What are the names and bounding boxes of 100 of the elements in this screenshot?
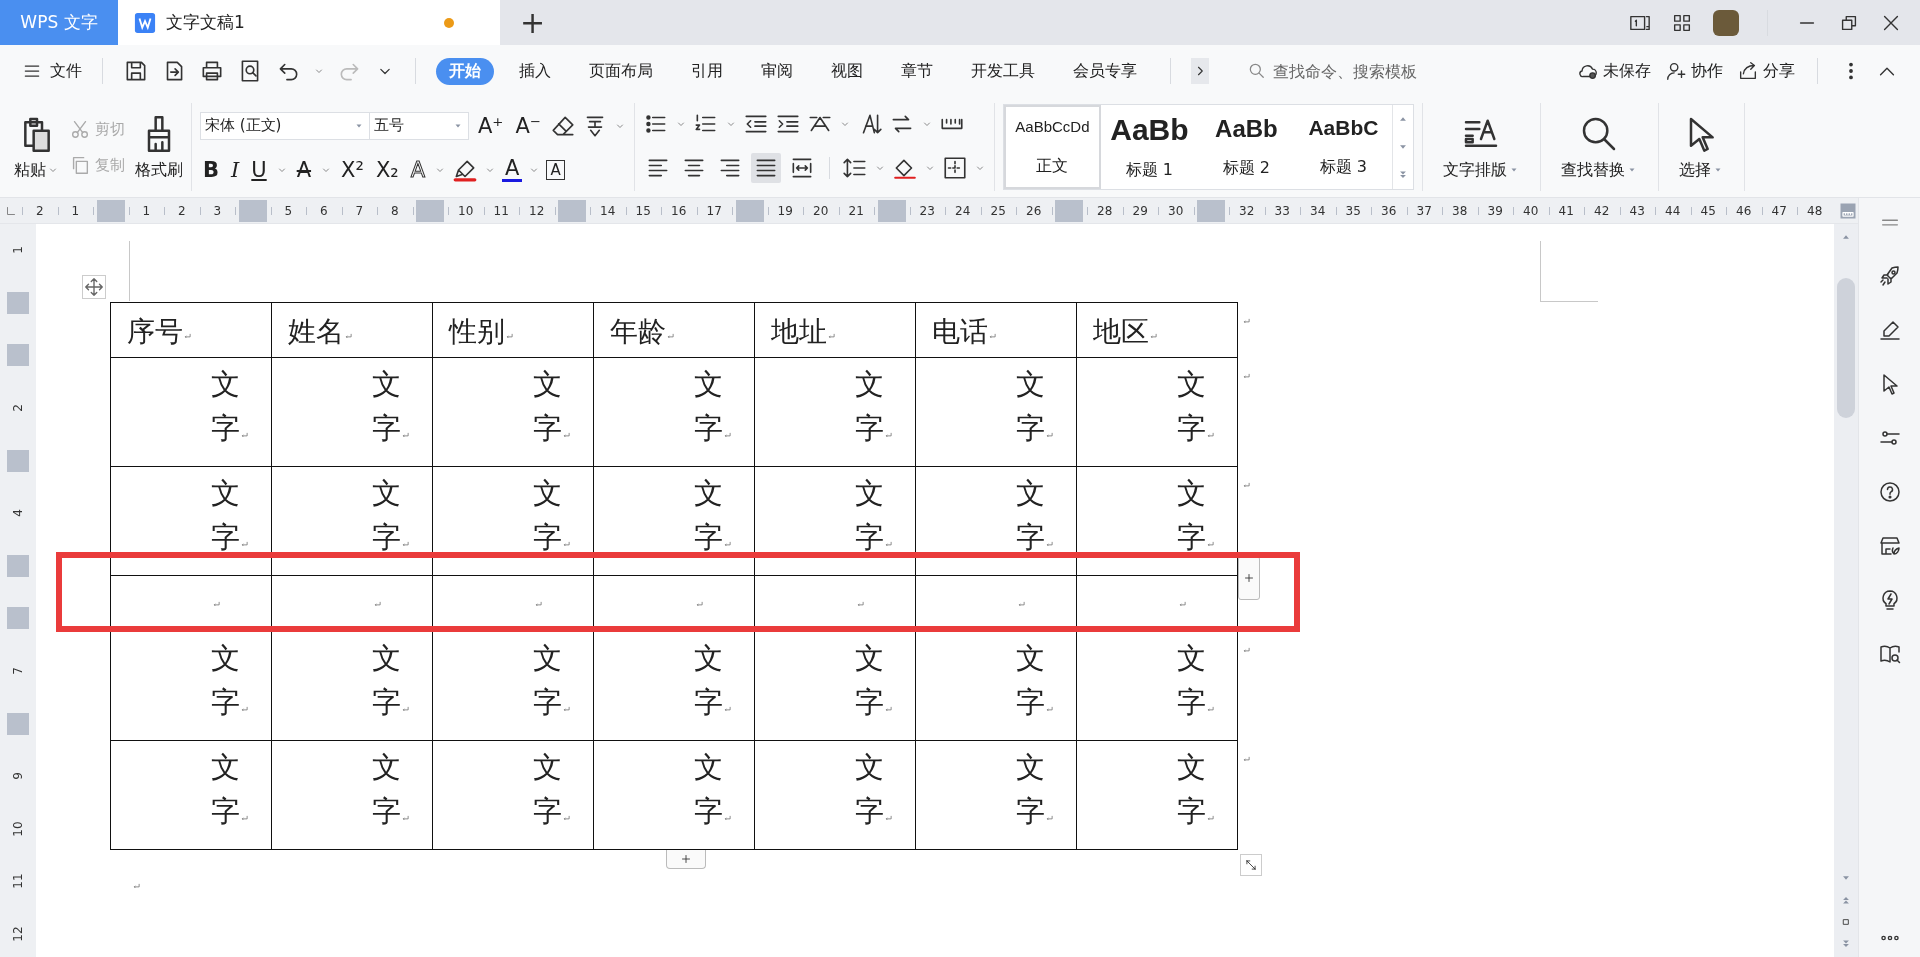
paste-button[interactable]: 粘贴 — [14, 113, 59, 181]
format-button[interactable]: X₂ — [372, 157, 402, 182]
resize-table-button[interactable] — [1240, 854, 1262, 876]
header-text: 年龄 — [610, 314, 666, 350]
select-button[interactable]: 选择 — [1666, 103, 1736, 191]
document-tab[interactable]: 文字文稿1 — [118, 0, 500, 45]
paragraph-mark-icon — [534, 600, 543, 609]
scrollbar-thumb[interactable] — [1837, 278, 1855, 418]
paragraph-mark-icon — [1206, 814, 1215, 823]
cell-text: 文字 — [372, 366, 401, 447]
paragraph-mark-icon — [240, 431, 249, 440]
avatar[interactable] — [1713, 9, 1739, 36]
style-option[interactable]: AaBbC 标题 3 — [1294, 105, 1392, 189]
row-marker[interactable] — [7, 291, 29, 314]
file-menu[interactable]: 文件 — [22, 60, 82, 82]
column-marker[interactable] — [416, 199, 445, 222]
format-button[interactable]: A — [293, 157, 315, 182]
borders-icon[interactable] — [941, 155, 968, 181]
ruler-number: 48 — [1806, 203, 1824, 218]
column-marker[interactable] — [558, 199, 587, 222]
format-button[interactable]: X² — [338, 157, 367, 182]
column-marker[interactable] — [96, 199, 125, 222]
style-preview: AaBb — [1110, 113, 1189, 148]
paragraph-mark-icon — [562, 540, 571, 549]
paragraph-mark-icon — [666, 332, 675, 341]
format-painter-button[interactable]: 格式刷 — [135, 113, 183, 181]
help-icon[interactable] — [1877, 480, 1902, 504]
paragraph-mark-icon — [1178, 600, 1187, 609]
format-button[interactable]: U — [248, 157, 270, 182]
paragraph-mark-icon — [723, 431, 732, 440]
style-option[interactable]: AaBb 标题 1 — [1100, 105, 1198, 189]
pen-icon[interactable] — [1877, 318, 1902, 342]
ruler-number: 14 — [599, 203, 617, 218]
store-icon[interactable] — [1877, 534, 1902, 558]
header-text: 地址 — [771, 314, 827, 350]
vertical-scrollbar[interactable] — [1834, 224, 1858, 957]
paragraph-mark-icon — [1045, 814, 1054, 823]
row-marker[interactable] — [7, 554, 29, 577]
column-marker[interactable] — [1055, 199, 1084, 222]
move-icon[interactable] — [82, 275, 106, 299]
paragraph-mark-icon — [723, 814, 732, 823]
ruler-number: 40 — [1522, 203, 1540, 218]
font-name-dropdown[interactable]: 宋体 (正文) — [200, 111, 370, 140]
row-marker[interactable] — [7, 712, 29, 735]
ruler-number: 39 — [1486, 203, 1504, 218]
column-marker[interactable] — [735, 199, 764, 222]
style-name: 标题 1 — [1125, 159, 1174, 181]
save-status-button[interactable]: 未保存 — [1577, 60, 1651, 82]
plus-icon — [679, 852, 693, 866]
ruler-number: 29 — [1131, 203, 1149, 218]
paragraph-mark-icon — [183, 332, 192, 341]
ribbon-tab[interactable]: 审阅 — [748, 57, 806, 85]
paragraph-mark-icon — [562, 814, 571, 823]
row-marker[interactable] — [7, 449, 29, 472]
font-size-dropdown[interactable]: 五号 — [369, 111, 469, 140]
column-marker[interactable] — [238, 199, 267, 222]
ribbon-tab[interactable]: 开发工具 — [958, 57, 1048, 85]
command-search-field[interactable]: 查找命令、搜索模板 — [1247, 60, 1497, 82]
style-preview: AaBbC — [1308, 115, 1379, 140]
column-marker[interactable] — [1197, 199, 1226, 222]
find-replace-button[interactable]: 查找替换 — [1548, 103, 1650, 191]
chevron-right-icon[interactable] — [1191, 58, 1209, 84]
share-button[interactable]: 分享 — [1737, 60, 1795, 82]
grow-font-button[interactable]: A⁺ — [475, 113, 507, 138]
paragraph-mark-icon — [132, 882, 141, 891]
ribbon-tab[interactable]: 视图 — [818, 57, 876, 85]
ruler-number: 1 — [70, 203, 81, 218]
ribbon-tab[interactable]: 插入 — [506, 57, 564, 85]
cell-text: 文字 — [855, 640, 884, 721]
rocket-icon[interactable] — [1877, 264, 1902, 288]
format-button[interactable]: B — [200, 157, 222, 182]
style-option[interactable]: AaBbCcDd 正文 — [1003, 105, 1101, 189]
paragraph-mark-icon — [988, 332, 997, 341]
paragraph-mark-icon — [373, 600, 382, 609]
ribbon-tab[interactable]: 章节 — [888, 57, 946, 85]
ribbon-tab[interactable]: 引用 — [678, 57, 736, 85]
ruler-number: 1 — [141, 203, 152, 218]
ruler-number: 17 — [705, 203, 723, 218]
new-tab-button[interactable]: + — [520, 5, 546, 40]
ruler-number: 10 — [457, 203, 475, 218]
alignment-button[interactable] — [750, 153, 781, 183]
style-option[interactable]: AaBb 标题 2 — [1197, 105, 1295, 189]
collaborate-button[interactable]: 协作 — [1665, 60, 1723, 82]
ruler-number: 10 — [11, 821, 25, 837]
paragraph-mark-icon — [240, 814, 249, 823]
shrink-font-button[interactable]: A⁻ — [512, 113, 544, 138]
add-column-button[interactable] — [1238, 555, 1260, 600]
ruler-number: 20 — [812, 203, 830, 218]
ribbon-tab[interactable]: 页面布局 — [576, 57, 666, 85]
format-button[interactable]: I — [228, 157, 243, 182]
format-button[interactable]: A — [502, 157, 523, 182]
vertical-ruler[interactable]: 1 2 4 7 9 10 11 12 — [0, 224, 36, 957]
add-row-button[interactable] — [666, 850, 706, 869]
text-layout-button[interactable]: 文字排版 — [1430, 103, 1532, 191]
format-button[interactable]: A — [546, 159, 565, 180]
row-marker[interactable] — [7, 344, 29, 367]
ribbon-tab[interactable]: 会员专享 — [1060, 57, 1150, 85]
column-marker[interactable] — [877, 199, 906, 222]
style-preview: AaBbCcDd — [1015, 117, 1090, 135]
row-marker[interactable] — [7, 607, 29, 630]
